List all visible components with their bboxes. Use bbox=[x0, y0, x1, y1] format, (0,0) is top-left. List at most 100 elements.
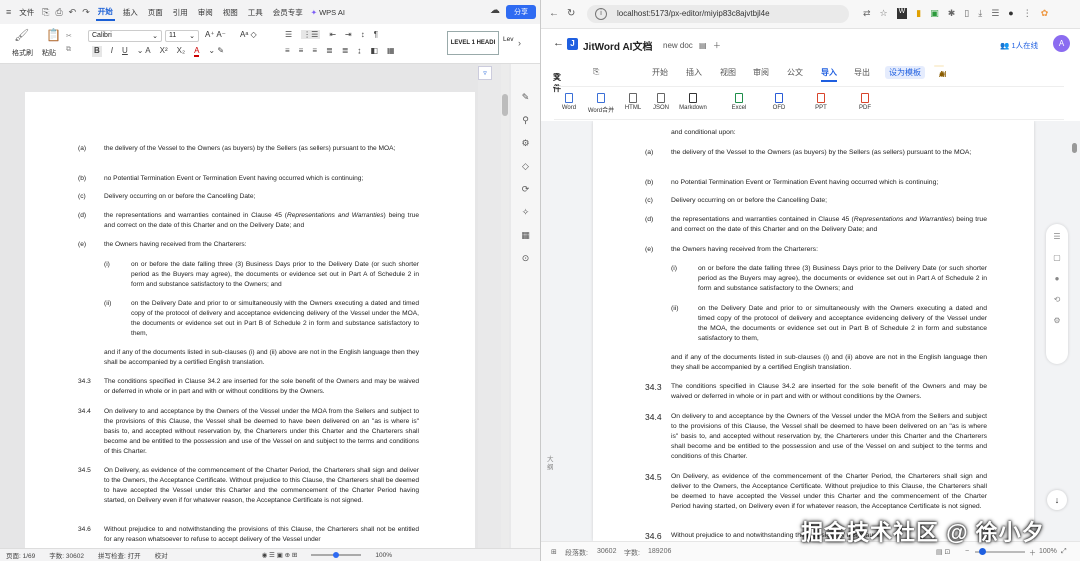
show-marks-icon[interactable]: ¶ bbox=[374, 30, 378, 39]
zoom-slider[interactable] bbox=[975, 548, 1025, 555]
download-icon[interactable]: ⤓ bbox=[978, 8, 982, 19]
wps-tab-5[interactable]: 视图 bbox=[221, 5, 240, 20]
wps-tab-2[interactable]: 页面 bbox=[146, 5, 165, 20]
superscript-icon[interactable]: X² bbox=[160, 46, 168, 57]
menu-dots-icon[interactable]: ⋮ bbox=[1023, 8, 1032, 19]
fullscreen-icon[interactable]: ⤢ bbox=[1061, 548, 1067, 556]
wps-tab-0[interactable]: 开始 bbox=[95, 4, 115, 21]
indent-icon[interactable]: ⇥ bbox=[345, 30, 352, 39]
back-icon[interactable]: ← bbox=[553, 37, 564, 49]
editor-scroll-thumb[interactable] bbox=[1072, 143, 1077, 153]
import-pdf-button[interactable]: PDF bbox=[850, 93, 880, 111]
comment-icon[interactable]: ▢ bbox=[1053, 253, 1061, 262]
file-menu[interactable]: 文件 bbox=[17, 5, 36, 20]
font-size-select[interactable]: 11 ⌄ bbox=[165, 30, 199, 42]
format-painter-button[interactable]: 格式刷 bbox=[12, 48, 33, 58]
document-icon[interactable]: ▤ bbox=[699, 41, 707, 50]
import-ppt-button[interactable]: PPT bbox=[806, 93, 836, 111]
import-html-button[interactable]: HTML bbox=[618, 93, 648, 111]
italic-icon[interactable]: I bbox=[111, 46, 113, 57]
tab-review[interactable]: 审阅 bbox=[753, 67, 769, 78]
address-bar[interactable]: i localhost:5173/px-editor/miyip83c8ajvt… bbox=[587, 5, 849, 23]
scroll-down-button[interactable]: ↓ bbox=[1047, 490, 1067, 510]
extension-yellow-icon[interactable]: ▮ bbox=[916, 8, 921, 19]
editor-paper[interactable]: and conditional upon: (a) the delivery of … bbox=[593, 121, 1034, 541]
import-markdown-button[interactable]: Markdown bbox=[678, 93, 708, 111]
align-left-icon[interactable]: ≡ bbox=[285, 46, 290, 55]
ribbon-next-icon[interactable]: › bbox=[518, 38, 521, 48]
wps-document-page[interactable]: (a) the delivery of the Vessel to the Own… bbox=[25, 92, 475, 548]
highlight-icon[interactable]: ⌄ ✎ bbox=[208, 46, 224, 57]
ai-button[interactable]: ✺ AI ● bbox=[934, 65, 947, 79]
style-level2[interactable]: Lev bbox=[503, 36, 513, 43]
bullet-list-icon[interactable]: ☰ bbox=[285, 30, 292, 39]
subscript-icon[interactable]: X₂ bbox=[177, 46, 185, 57]
font-name-select[interactable]: Calibri ⌄ bbox=[88, 30, 162, 42]
save-icon[interactable]: ⎘ bbox=[42, 7, 49, 18]
wps-tab-4[interactable]: 审阅 bbox=[196, 5, 215, 20]
back-arrow-icon[interactable]: ← bbox=[549, 8, 559, 19]
wps-ai-button[interactable]: ✦ WPS AI bbox=[311, 8, 345, 17]
grid-icon[interactable]: ▦ bbox=[521, 230, 530, 241]
tab-import[interactable]: 导入 bbox=[821, 67, 837, 82]
numbered-list-icon[interactable]: ⋮☰ bbox=[301, 30, 321, 39]
adjust-icon[interactable]: ⚲ bbox=[522, 115, 529, 126]
import-json-button[interactable]: JSON bbox=[646, 93, 676, 111]
align-right-icon[interactable]: ≡ bbox=[312, 46, 317, 55]
justify-icon[interactable]: ≣ bbox=[326, 46, 333, 55]
zoom-thumb[interactable] bbox=[979, 548, 986, 555]
tab-official[interactable]: 公文 bbox=[787, 67, 803, 78]
doubao-icon[interactable]: ✿ bbox=[1041, 8, 1049, 19]
font-grow-icon[interactable]: A⁺ A⁻ bbox=[205, 30, 226, 39]
profile-icon[interactable]: ● bbox=[1008, 8, 1013, 19]
border-icon[interactable]: ▦ bbox=[387, 46, 395, 55]
list-icon[interactable]: ☰ bbox=[1053, 232, 1060, 241]
view-mode-icon[interactable]: ▤ ⊡ bbox=[936, 548, 950, 556]
import-word-button[interactable]: Word bbox=[554, 93, 584, 111]
import-excel-button[interactable]: Excel bbox=[724, 93, 754, 111]
outline-toggle[interactable]: 大纲 bbox=[547, 456, 555, 472]
sidebar-icon[interactable]: ▯ bbox=[964, 8, 969, 19]
redo-icon[interactable]: ↷ bbox=[82, 7, 90, 18]
distributed-icon[interactable]: ≣ bbox=[342, 46, 349, 55]
extensions-icon[interactable]: ✱ bbox=[948, 8, 956, 19]
underline-icon[interactable]: U bbox=[122, 46, 128, 57]
paste-button[interactable]: 粘贴 bbox=[42, 48, 56, 58]
transform-icon[interactable]: ⟳ bbox=[522, 184, 530, 195]
outdent-icon[interactable]: ⇤ bbox=[329, 30, 336, 39]
print-icon[interactable]: ⎙ bbox=[55, 7, 62, 18]
gear-icon[interactable]: ⚙ bbox=[1053, 316, 1060, 325]
tab-insert[interactable]: 插入 bbox=[686, 67, 702, 78]
translate-icon[interactable]: ⇄ bbox=[863, 8, 871, 19]
reload-icon[interactable]: ↻ bbox=[567, 8, 575, 19]
cloud-icon[interactable]: ☁ bbox=[490, 5, 500, 16]
share-button[interactable]: 分享 bbox=[506, 5, 536, 19]
add-icon[interactable]: ＋ bbox=[713, 41, 721, 50]
strikethrough-icon[interactable]: ⌄ A bbox=[137, 46, 151, 57]
avatar[interactable]: A bbox=[1053, 35, 1070, 52]
tab-start[interactable]: 开始 bbox=[652, 67, 668, 78]
zoom-slider[interactable] bbox=[311, 552, 362, 558]
zoom-out-icon[interactable]: − bbox=[965, 548, 969, 555]
wps-tab-7[interactable]: 会员专享 bbox=[271, 5, 305, 20]
menu-icon[interactable]: ≡ bbox=[6, 7, 11, 17]
paste-icon[interactable]: 📋 bbox=[46, 28, 61, 42]
settings-icon[interactable]: ⚙ bbox=[521, 138, 529, 149]
copy-icon[interactable]: ⧉ bbox=[66, 46, 71, 54]
editor-vertical-scrollbar[interactable] bbox=[1071, 121, 1078, 541]
format-painter-icon[interactable]: 🖌 bbox=[14, 28, 29, 42]
document-title[interactable]: new doc ▤ ＋ bbox=[663, 40, 721, 51]
wps-tab-3[interactable]: 引用 bbox=[171, 5, 190, 20]
pen-icon[interactable]: ✎ bbox=[522, 92, 530, 103]
shading-icon[interactable]: ◧ bbox=[370, 46, 378, 55]
align-center-icon[interactable]: ≡ bbox=[299, 46, 304, 55]
bold-icon[interactable]: B bbox=[92, 46, 102, 57]
style-level1-heading[interactable]: LEVEL 1 HEADI bbox=[447, 31, 499, 55]
spell-check[interactable]: 拼写检查: 打开 bbox=[98, 550, 141, 560]
sort-icon[interactable]: ↕ bbox=[361, 30, 365, 39]
import-word--button[interactable]: Word合并 bbox=[586, 93, 616, 114]
extension-green-icon[interactable]: ▣ bbox=[930, 8, 939, 19]
filter-icon[interactable]: ▿ bbox=[478, 66, 492, 80]
online-users[interactable]: 👥 1人在线 bbox=[1000, 40, 1038, 51]
location-icon[interactable]: ⊙ bbox=[522, 253, 530, 264]
